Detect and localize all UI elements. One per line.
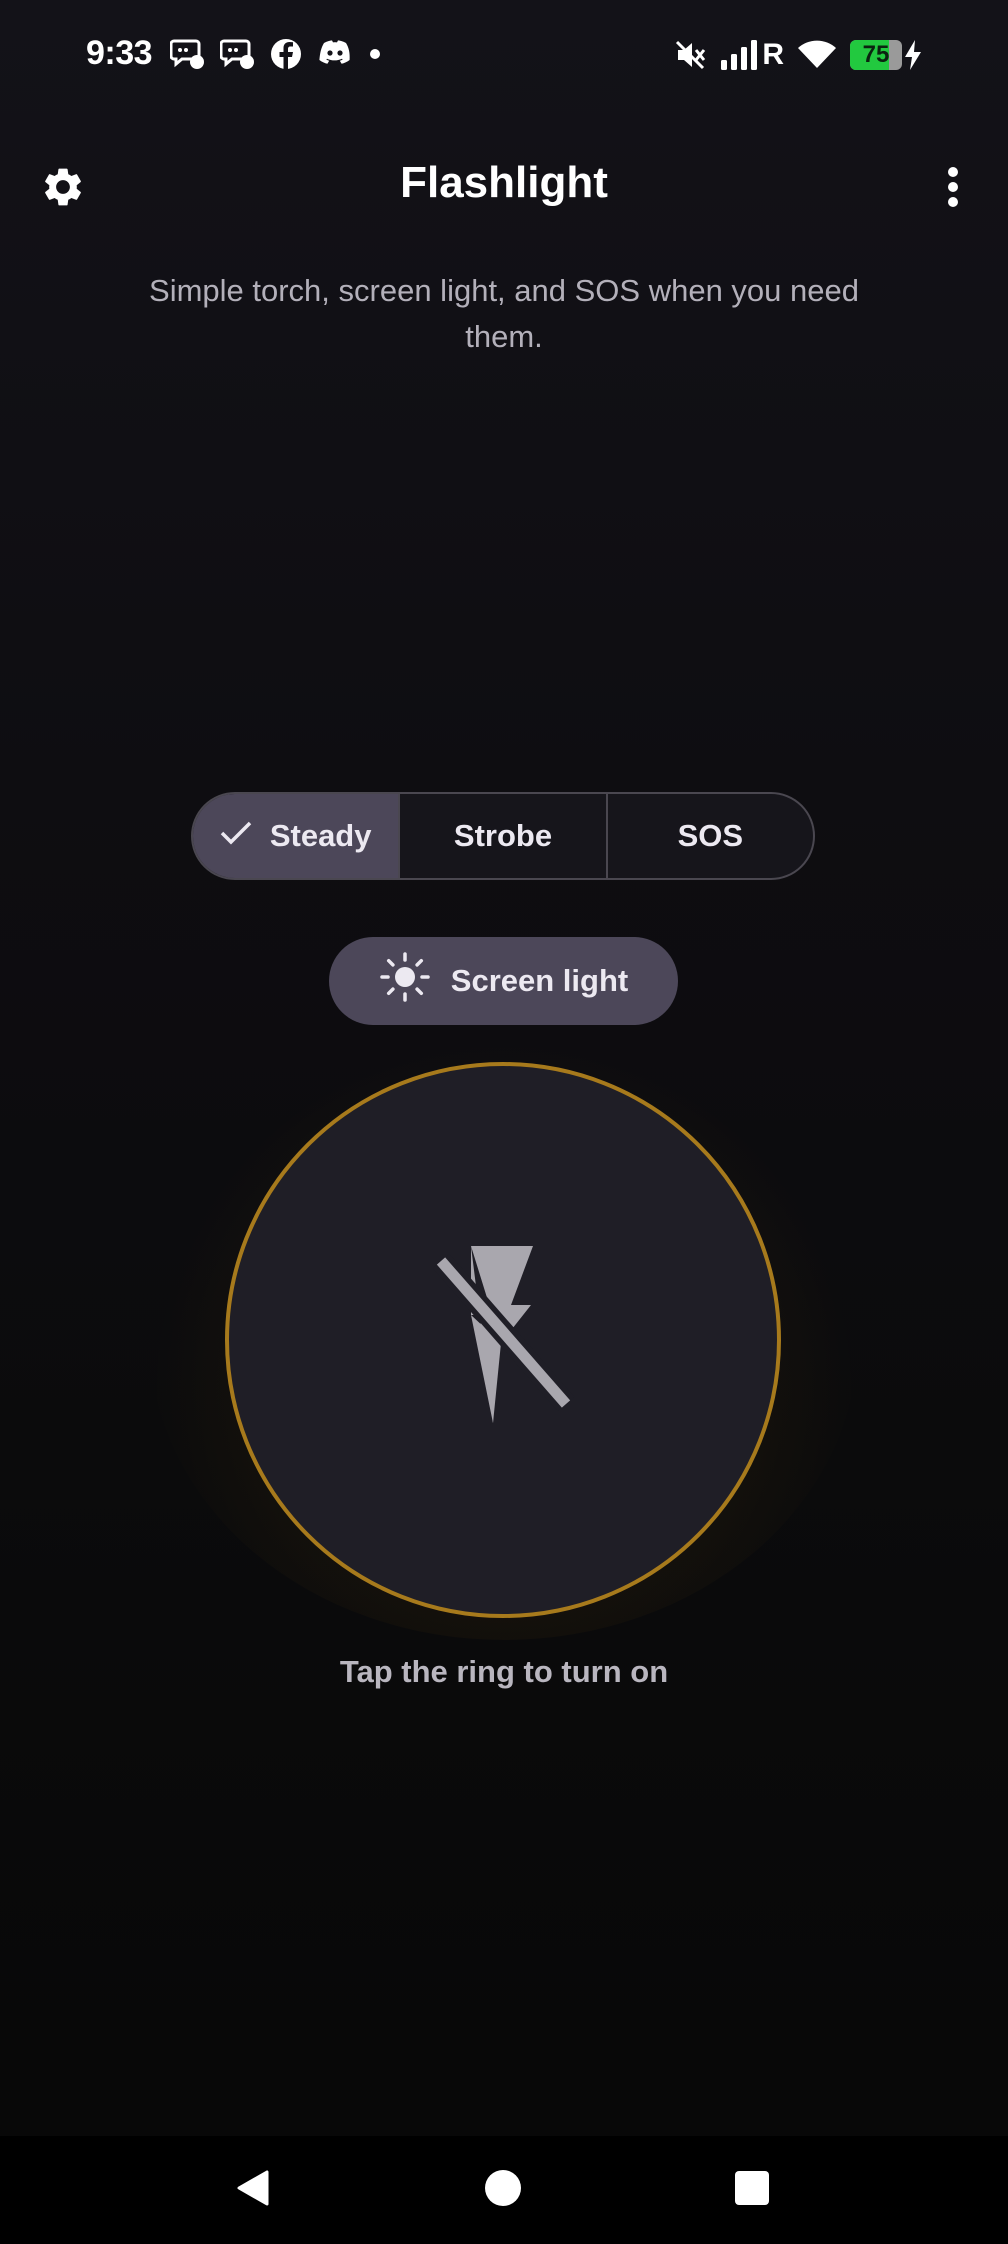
ring-hint: Tap the ring to turn on	[339, 1654, 669, 1689]
mode-selector: Steady Strobe SOS	[191, 792, 815, 880]
wifi-icon	[798, 40, 836, 70]
power-ring-button[interactable]	[225, 1062, 781, 1618]
back-button[interactable]	[200, 2136, 308, 2244]
dot-icon	[368, 47, 382, 61]
more-options-button[interactable]	[922, 158, 984, 220]
more-vert-icon	[946, 166, 960, 213]
network-type: R	[762, 38, 784, 71]
status-time: 9:33	[86, 34, 153, 72]
chat-bubble-icon	[170, 38, 204, 70]
back-icon	[234, 2168, 274, 2213]
flash-off-icon	[423, 1243, 583, 1438]
check-icon	[220, 818, 252, 854]
recents-button[interactable]	[698, 2136, 806, 2244]
mode-steady[interactable]: Steady	[193, 794, 399, 878]
notification-icons	[170, 38, 382, 70]
status-bar: 9:33 R 75	[0, 0, 1008, 110]
page-title: Flashlight	[400, 158, 608, 207]
mute-icon	[674, 39, 706, 71]
mode-label: SOS	[677, 818, 744, 853]
app-bar: Flashlight	[0, 120, 1008, 250]
chat-bubble-icon	[220, 38, 254, 70]
signal-icon	[720, 40, 760, 70]
battery-percent: 75	[862, 41, 890, 68]
mode-strobe[interactable]: Strobe	[398, 794, 605, 878]
mode-sos[interactable]: SOS	[605, 794, 813, 878]
discord-icon	[318, 39, 352, 69]
screen-light-button[interactable]: Screen light	[329, 937, 678, 1025]
recents-icon	[734, 2170, 770, 2211]
mode-label: Strobe	[453, 818, 553, 853]
home-button[interactable]	[449, 2136, 557, 2244]
system-icons: R 75	[674, 38, 922, 72]
charging-icon	[904, 40, 922, 70]
battery-icon: 75	[850, 40, 902, 70]
screen-light-label: Screen light	[450, 963, 629, 998]
home-icon	[483, 2168, 523, 2213]
navigation-bar	[0, 2136, 1008, 2244]
mode-label: Steady	[269, 818, 372, 853]
app-description: Simple torch, screen light, and SOS when…	[149, 273, 859, 354]
sun-icon	[379, 951, 431, 1011]
facebook-icon	[270, 38, 302, 70]
